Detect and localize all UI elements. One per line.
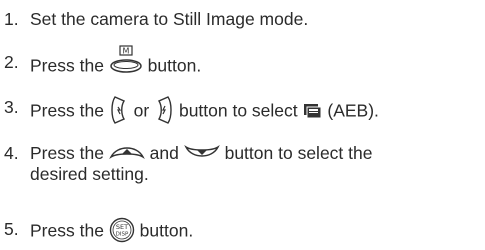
step-text: desired setting.: [30, 164, 149, 184]
instruction-steps: 1. Set the camera to Still Image mode. 2…: [0, 0, 485, 250]
right-button-icon: [154, 95, 174, 125]
step-text: button.: [134, 220, 194, 241]
up-button-icon: [108, 143, 145, 161]
step-text: Press the: [30, 220, 109, 241]
step-text: button.: [142, 55, 202, 76]
step-text: Press the: [30, 55, 109, 76]
step-text: Press the: [30, 100, 109, 121]
set-disp-button-icon: SET DISP: [109, 217, 135, 243]
step-number: 1.: [4, 9, 19, 29]
step-text: and: [144, 143, 184, 163]
step-text: button to select the: [219, 143, 373, 163]
aeb-mode-icon: [303, 103, 323, 119]
step-number: 2.: [4, 52, 19, 72]
step-number: 3.: [4, 97, 19, 117]
step-text: (AEB).: [322, 100, 379, 121]
step-number: 4.: [4, 143, 19, 163]
step-text: button to select: [174, 100, 303, 121]
step-number: 5.: [4, 219, 19, 239]
step-text: or: [128, 100, 155, 121]
disp-label: DISP: [115, 232, 128, 238]
set-label: SET: [116, 223, 128, 231]
down-button-icon: [183, 143, 220, 161]
step-text: Set the camera to Still Image mode.: [30, 9, 309, 29]
left-button-icon: [109, 95, 129, 125]
menu-button-icon: M: [109, 45, 143, 75]
step-text: Press the: [30, 143, 109, 163]
menu-icon-label: M: [122, 47, 129, 56]
